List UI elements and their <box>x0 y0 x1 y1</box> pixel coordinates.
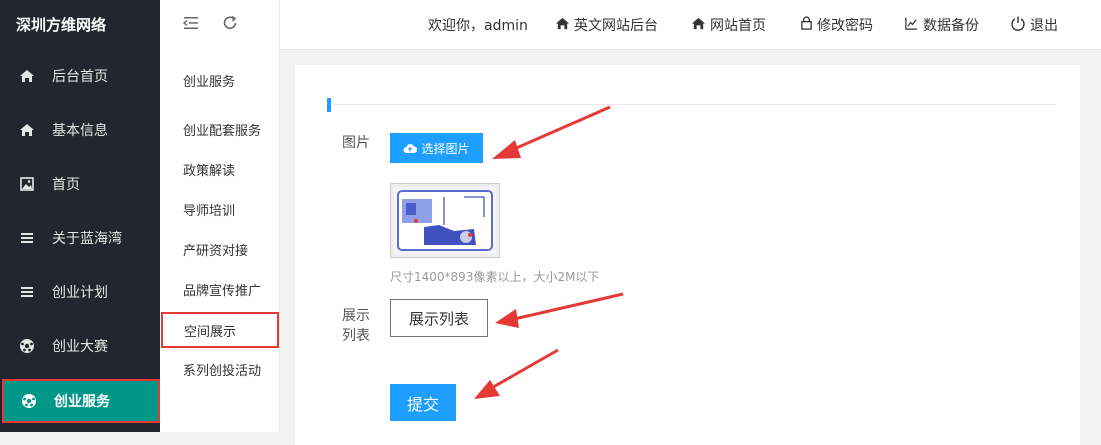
sidebar-item-homepage[interactable]: 首页 <box>0 162 160 206</box>
home-icon <box>18 67 36 85</box>
english-admin-link[interactable]: 英文网站后台 <box>555 0 658 50</box>
sidebar-item-admin-home[interactable]: 后台首页 <box>0 54 160 98</box>
sidebar-item-contest[interactable]: 创业大赛 <box>0 324 160 368</box>
uploaded-image-thumbnail[interactable] <box>390 183 500 258</box>
refresh-icon[interactable] <box>221 14 241 34</box>
change-password-link[interactable]: 修改密码 <box>800 0 873 50</box>
subnav-item[interactable]: 产研资对接 <box>160 231 280 267</box>
home-icon <box>18 121 36 139</box>
sidebar-item-plan[interactable]: 创业计划 <box>0 270 160 314</box>
choose-image-label: 选择图片 <box>421 141 470 156</box>
section-title-marker <box>327 98 331 112</box>
sidebar-item-label: 关于蓝海湾 <box>52 231 122 247</box>
lock-icon <box>800 15 817 35</box>
sidebar-item-label: 后台首页 <box>52 69 108 85</box>
sidebar-item-label: 基本信息 <box>52 123 108 139</box>
sidebar: 深圳方维网络 后台首页 基本信息 首页 关于蓝海湾 创业计划 创业大赛 创业服务 <box>0 0 160 432</box>
football-icon <box>18 337 36 355</box>
subnav-header[interactable]: 创业服务 <box>160 62 280 98</box>
choose-image-button[interactable]: 选择图片 <box>390 133 483 163</box>
image-label: 图片 <box>342 135 370 151</box>
menu-icon <box>18 283 36 301</box>
link-label: 退出 <box>1030 18 1058 34</box>
sidebar-item-label: 创业大赛 <box>52 339 108 355</box>
subnav-item-space-display[interactable]: 空间展示 <box>161 312 279 348</box>
home-icon <box>555 16 574 35</box>
sidebar-item-service[interactable]: 创业服务 <box>2 379 160 423</box>
home-icon <box>691 16 710 35</box>
subnav-item[interactable]: 品牌宣传推广 <box>160 271 280 307</box>
sidebar-item-basic-info[interactable]: 基本信息 <box>0 108 160 152</box>
subnav-item[interactable]: 创业配套服务 <box>160 111 280 147</box>
top-bar: 欢迎你，admin 英文网站后台 网站首页 修改密码 数据备份 退出 <box>182 0 1101 50</box>
collapse-menu-icon[interactable] <box>182 14 202 34</box>
subnav-item[interactable]: 政策解读 <box>160 151 280 187</box>
image-size-hint: 尺寸1400*893像素以上，大小2M以下 <box>390 270 600 284</box>
link-label: 网站首页 <box>710 18 766 34</box>
link-label: 修改密码 <box>817 18 873 34</box>
data-backup-link[interactable]: 数据备份 <box>904 0 979 50</box>
floor-plan-image <box>394 187 496 254</box>
football-icon <box>20 392 38 410</box>
sidebar-item-label: 首页 <box>52 177 80 193</box>
chart-icon <box>904 16 923 35</box>
image-icon <box>18 175 36 193</box>
section-divider <box>333 104 1056 105</box>
show-list-button[interactable]: 展示列表 <box>390 299 488 337</box>
link-label: 英文网站后台 <box>574 18 658 34</box>
list-label-line1: 展示 <box>342 308 370 324</box>
brand-title: 深圳方维网络 <box>16 16 107 34</box>
sidebar-item-about[interactable]: 关于蓝海湾 <box>0 216 160 260</box>
sub-navigation: 创业服务 创业配套服务 政策解读 导师培训 产研资对接 品牌宣传推广 空间展示 … <box>160 0 280 432</box>
list-label-line2: 列表 <box>342 328 370 344</box>
logout-link[interactable]: 退出 <box>1010 0 1058 50</box>
sidebar-item-label: 创业计划 <box>52 285 108 301</box>
power-icon <box>1010 15 1030 35</box>
subnav-item[interactable]: 导师培训 <box>160 191 280 227</box>
sidebar-item-label: 创业服务 <box>54 394 110 410</box>
website-home-link[interactable]: 网站首页 <box>691 0 766 50</box>
submit-button[interactable]: 提交 <box>390 384 456 421</box>
menu-icon <box>18 229 36 247</box>
cloud-upload-icon <box>403 142 418 154</box>
subnav-item[interactable]: 系列创投活动 <box>160 351 280 387</box>
welcome-text: 欢迎你，admin <box>428 18 528 34</box>
link-label: 数据备份 <box>923 18 979 34</box>
